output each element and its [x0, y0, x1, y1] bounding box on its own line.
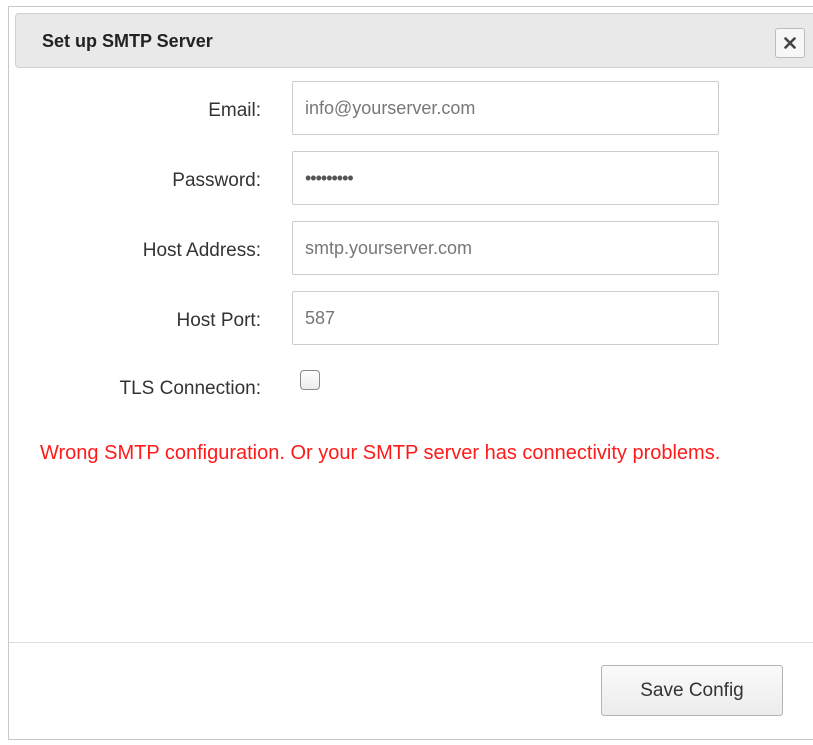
host-port-field[interactable]: 587	[292, 291, 719, 345]
email-label: Email:	[208, 100, 261, 121]
dialog-titlebar: Set up SMTP Server	[15, 13, 813, 68]
save-config-button[interactable]: Save Config	[601, 665, 783, 716]
email-field[interactable]: info@yourserver.com	[292, 81, 719, 135]
host-port-label: Host Port:	[176, 310, 261, 331]
tls-connection-checkbox[interactable]	[300, 370, 320, 390]
dialog-title: Set up SMTP Server	[42, 31, 213, 51]
error-message: Wrong SMTP configuration. Or your SMTP s…	[40, 442, 721, 464]
tls-connection-label: TLS Connection:	[119, 378, 261, 399]
smtp-dialog: Set up SMTP Server Email: info@yourserve…	[8, 6, 813, 740]
host-address-field[interactable]: smtp.yourserver.com	[292, 221, 719, 275]
footer-divider	[9, 642, 813, 643]
close-button[interactable]	[775, 28, 805, 58]
close-x-icon	[784, 37, 796, 49]
password-label: Password:	[172, 170, 261, 191]
password-field[interactable]: •••••••••	[292, 151, 719, 205]
host-address-label: Host Address:	[142, 240, 261, 261]
